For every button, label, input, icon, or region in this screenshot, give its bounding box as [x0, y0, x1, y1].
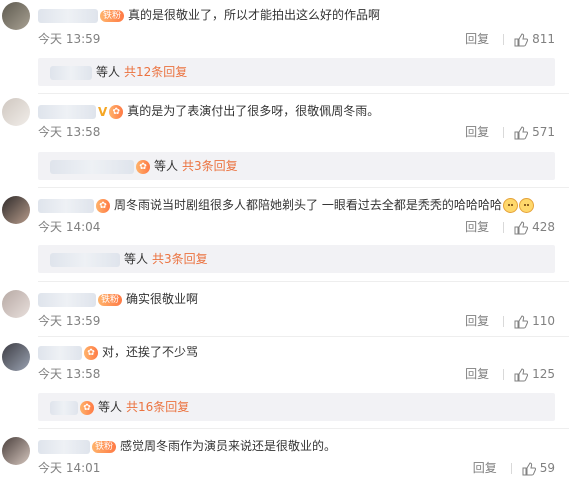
like-button[interactable]: 110	[514, 313, 555, 329]
reply-button[interactable]: 回复	[465, 31, 489, 47]
comment-time: 今天 14:01	[38, 461, 101, 475]
reply-button[interactable]: 回复	[465, 313, 489, 329]
sub-replies-link[interactable]: 共12条回复	[124, 65, 187, 79]
like-button[interactable]: 428	[514, 219, 555, 235]
username-blurred[interactable]	[38, 104, 96, 119]
comment-time: 今天 13:58	[38, 125, 101, 139]
avatar[interactable]	[2, 2, 30, 30]
like-button[interactable]: 125	[514, 366, 555, 382]
verified-badge: V	[98, 104, 108, 119]
comment-text: 确实很敬业啊	[126, 292, 199, 306]
comment-actions: 回复 125	[465, 366, 555, 382]
sub-replies-who: 等人	[96, 65, 121, 79]
emoji-icon	[502, 198, 518, 213]
emoji-icon	[518, 198, 534, 213]
username-blurred[interactable]	[50, 400, 78, 415]
fan-badge-icon: ✿	[109, 104, 124, 119]
username-blurred[interactable]	[38, 8, 98, 23]
divider	[38, 428, 569, 429]
like-count: 571	[532, 125, 555, 139]
sub-replies-bar: ✿ 等人 共3条回复	[38, 152, 555, 180]
comment-time: 今天 13:59	[38, 314, 101, 328]
comment-time: 今天 14:04	[38, 220, 101, 234]
username-blurred[interactable]	[38, 198, 94, 213]
sub-replies-link[interactable]: 共3条回复	[182, 159, 238, 173]
divider	[503, 369, 505, 380]
comment-actions: 回复 811	[465, 31, 555, 47]
fan-badge-icon: ✿	[80, 400, 94, 415]
sub-replies-who: 等人	[124, 252, 149, 266]
reply-button[interactable]: 回复	[465, 219, 489, 235]
comment-text-line: ✿ 周冬雨说当时剧组很多人都陪她剃头了 一眼看过去全都是秃秃的哈哈哈哈	[38, 196, 534, 214]
comment-text: 真的是很敬业了，所以才能拍出这么好的作品啊	[128, 8, 381, 22]
divider	[38, 281, 569, 282]
divider	[503, 316, 505, 327]
like-button[interactable]: 59	[522, 460, 555, 476]
comment-time: 今天 13:59	[38, 32, 101, 46]
comment-text-line: 铁粉 真的是很敬业了，所以才能拍出这么好的作品啊	[38, 6, 380, 24]
avatar[interactable]	[2, 98, 30, 126]
divider	[38, 336, 569, 337]
sub-replies-bar: 等人 共3条回复	[38, 245, 555, 273]
reply-button[interactable]: 回复	[465, 124, 489, 140]
fan-badge: 铁粉	[100, 9, 125, 22]
thumbs-up-icon	[514, 125, 529, 139]
comment-actions: 回复 110	[465, 313, 555, 329]
like-count: 59	[539, 461, 555, 475]
like-count: 110	[532, 314, 555, 328]
thumbs-up-icon	[514, 220, 529, 234]
username-blurred[interactable]	[38, 292, 96, 307]
comment-text: 对，还挨了不少骂	[102, 345, 199, 359]
fan-badge: 铁粉	[98, 293, 123, 306]
comment-text: 真的是为了表演付出了很多呀，很敬佩周冬雨。	[127, 104, 380, 118]
reply-button[interactable]: 回复	[465, 366, 489, 382]
sub-replies-who: 等人	[98, 400, 123, 414]
comment-actions: 回复 428	[465, 219, 555, 235]
avatar[interactable]	[2, 196, 30, 224]
divider	[38, 187, 569, 188]
thumbs-up-icon	[514, 367, 529, 381]
comment-text-line: V ✿ 真的是为了表演付出了很多呀，很敬佩周冬雨。	[38, 102, 379, 121]
sub-replies-bar: ✿ 等人 共16条回复	[38, 393, 555, 421]
username-blurred[interactable]	[50, 159, 134, 174]
like-count: 125	[532, 367, 555, 381]
fan-badge-icon: ✿	[84, 345, 98, 360]
avatar[interactable]	[2, 343, 30, 371]
sub-replies-bar: 等人 共12条回复	[38, 58, 555, 86]
comment-time: 今天 13:58	[38, 367, 101, 381]
divider	[503, 127, 505, 138]
thumbs-up-icon	[522, 461, 536, 475]
like-button[interactable]: 811	[514, 31, 555, 47]
sub-replies-who: 等人	[154, 159, 179, 173]
divider	[510, 463, 512, 474]
like-count: 428	[532, 220, 555, 234]
like-count: 811	[532, 32, 555, 46]
comment-actions: 回复 59	[473, 460, 555, 476]
comment-text: 周冬雨说当时剧组很多人都陪她剃头了 一眼看过去全都是秃秃的哈哈哈哈	[114, 198, 502, 212]
reply-button[interactable]: 回复	[473, 460, 497, 476]
thumbs-up-icon	[514, 32, 529, 46]
fan-badge-icon: ✿	[136, 159, 150, 174]
sub-replies-link[interactable]: 共3条回复	[152, 252, 208, 266]
sub-replies-link[interactable]: 共16条回复	[126, 400, 189, 414]
comment-text-line: 铁粉 确实很敬业啊	[38, 290, 198, 308]
fan-badge-icon: ✿	[96, 198, 110, 213]
comment-text: 感觉周冬雨作为演员来说还是很敬业的。	[120, 439, 337, 453]
divider	[38, 93, 569, 94]
comment-text-line: ✿ 对，还挨了不少骂	[38, 343, 198, 361]
thumbs-up-icon	[514, 314, 529, 328]
username-blurred[interactable]	[50, 65, 92, 80]
comment-actions: 回复 571	[465, 124, 555, 140]
like-button[interactable]: 571	[514, 124, 555, 140]
comment-text-line: 铁粉 感觉周冬雨作为演员来说还是很敬业的。	[38, 437, 336, 455]
avatar[interactable]	[2, 290, 30, 318]
divider	[503, 222, 505, 233]
username-blurred[interactable]	[50, 252, 120, 267]
username-blurred[interactable]	[38, 345, 82, 360]
avatar[interactable]	[2, 437, 30, 465]
divider	[503, 34, 505, 45]
username-blurred[interactable]	[38, 439, 90, 454]
fan-badge: 铁粉	[92, 440, 117, 453]
